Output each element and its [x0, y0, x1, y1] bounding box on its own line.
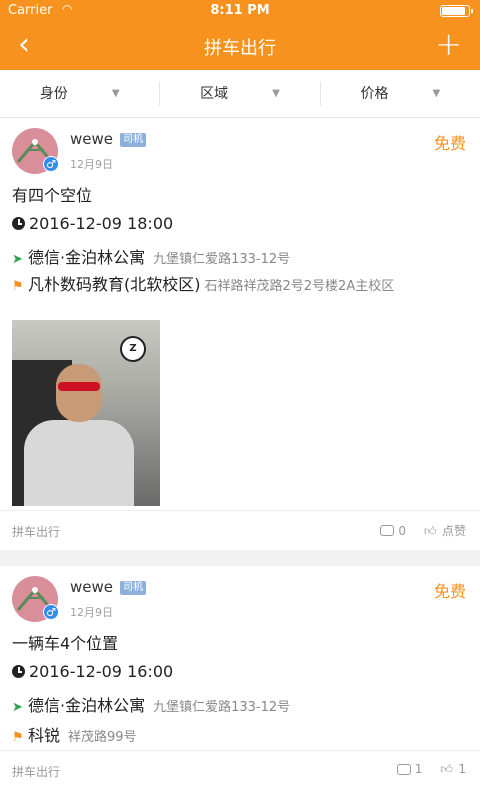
departure-time-row: 2016-12-09 16:00: [12, 662, 173, 681]
filter-price[interactable]: 价格 ▼: [321, 70, 480, 118]
username[interactable]: wewe: [70, 130, 113, 148]
status-bar: Carrier ◠ 8:11 PM: [0, 0, 480, 22]
plus-icon[interactable]: +: [435, 28, 462, 60]
destination-place: 科锐: [28, 726, 61, 745]
flag-icon: ⚑: [12, 730, 24, 745]
status-time: 8:11 PM: [210, 3, 270, 18]
filter-label: 区域: [200, 85, 229, 102]
filter-bar: 身份 ▼ 区域 ▼ 价格 ▼: [0, 70, 480, 118]
post-date: 12月9日: [70, 158, 113, 171]
price-label: 免费: [433, 582, 466, 601]
origin-address: 九堡镇仁爱路133-12号: [153, 252, 291, 267]
thumbs-up-icon[interactable]: 👍︎: [424, 525, 438, 537]
post-actions: 0 👍︎ 点赞: [380, 522, 466, 539]
post-category: 拼车出行: [12, 525, 61, 539]
caret-down-icon: ▼: [432, 87, 441, 99]
like-count[interactable]: 1: [458, 762, 466, 776]
comment-icon[interactable]: [396, 763, 411, 775]
battery-icon: [440, 5, 473, 17]
post-footer: 拼车出行 1 👍︎ 1: [0, 750, 480, 790]
filter-region[interactable]: 区域 ▼: [160, 70, 319, 118]
like-label[interactable]: 点赞: [442, 522, 466, 539]
location-arrow-icon: ➤: [12, 252, 23, 267]
photo-face: [56, 364, 102, 422]
clock-icon: [12, 665, 25, 678]
post-actions: 1 👍︎ 1: [396, 762, 466, 776]
destination-address: 石祥路祥茂路2号2号楼2A主校区: [204, 279, 395, 294]
departure-time-row: 2016-12-09 18:00: [12, 214, 173, 233]
role-badge: 司机: [120, 581, 146, 595]
destination-address: 祥茂路99号: [68, 730, 137, 745]
role-badge: 司机: [120, 133, 146, 147]
flag-icon: ⚑: [12, 279, 24, 294]
price-label: 免费: [433, 134, 466, 153]
male-icon: ♂: [43, 604, 59, 620]
nav-bar: ‹ 拼车出行 +: [0, 22, 480, 70]
post-footer: 拼车出行 0 👍︎ 点赞: [0, 510, 480, 550]
page-title: 拼车出行: [204, 38, 276, 59]
filter-label: 价格: [360, 85, 389, 102]
post-description: 一辆车4个位置: [12, 634, 119, 653]
destination-row: ⚑ 凡朴数码教育(北软校区) 石祥路祥茂路2号2号楼2A主校区: [12, 275, 468, 297]
origin-row: ➤ 德信·金泊林公寓 九堡镇仁爱路133-12号: [12, 692, 290, 716]
username[interactable]: wewe: [70, 578, 113, 596]
filter-label: 身份: [39, 85, 68, 102]
sleep-bubble-icon: Z: [120, 336, 146, 362]
caret-down-icon: ▼: [111, 87, 120, 99]
post-photo[interactable]: Z: [12, 320, 160, 506]
clock-icon: [12, 217, 25, 230]
battery-tip: [471, 9, 473, 13]
male-icon: ♂: [43, 156, 59, 172]
departure-time: 2016-12-09 16:00: [29, 662, 174, 681]
filter-identity[interactable]: 身份 ▼: [0, 70, 159, 118]
origin-place: 德信·金泊林公寓: [28, 696, 146, 715]
thumbs-up-icon[interactable]: 👍︎: [440, 763, 454, 775]
caret-down-icon: ▼: [272, 87, 280, 99]
post-date: 12月9日: [70, 606, 113, 619]
comment-count[interactable]: 1: [415, 762, 423, 776]
comment-icon[interactable]: [380, 525, 395, 536]
destination-row: ⚑ 科锐 祥茂路99号: [12, 722, 137, 746]
departure-time: 2016-12-09 18:00: [29, 214, 174, 233]
photo-glasses: [58, 382, 100, 391]
origin-address: 九堡镇仁爱路133-12号: [153, 700, 291, 715]
battery-fill: [442, 7, 465, 15]
destination-place: 凡朴数码教育(北软校区): [28, 275, 201, 294]
post-category: 拼车出行: [12, 765, 61, 779]
location-arrow-icon: ➤: [12, 700, 23, 715]
photo-shirt: [24, 420, 134, 506]
comment-count[interactable]: 0: [398, 524, 406, 538]
origin-row: ➤ 德信·金泊林公寓 九堡镇仁爱路133-12号: [12, 244, 290, 268]
post-card[interactable]: ♂ wewe 司机 12月9日 免费 一辆车4个位置 2016-12-09 16…: [0, 566, 480, 800]
post-description: 有四个空位: [12, 186, 93, 205]
post-card[interactable]: ♂ wewe 司机 12月9日 免费 有四个空位 2016-12-09 18:0…: [0, 118, 480, 550]
origin-place: 德信·金泊林公寓: [28, 248, 146, 267]
